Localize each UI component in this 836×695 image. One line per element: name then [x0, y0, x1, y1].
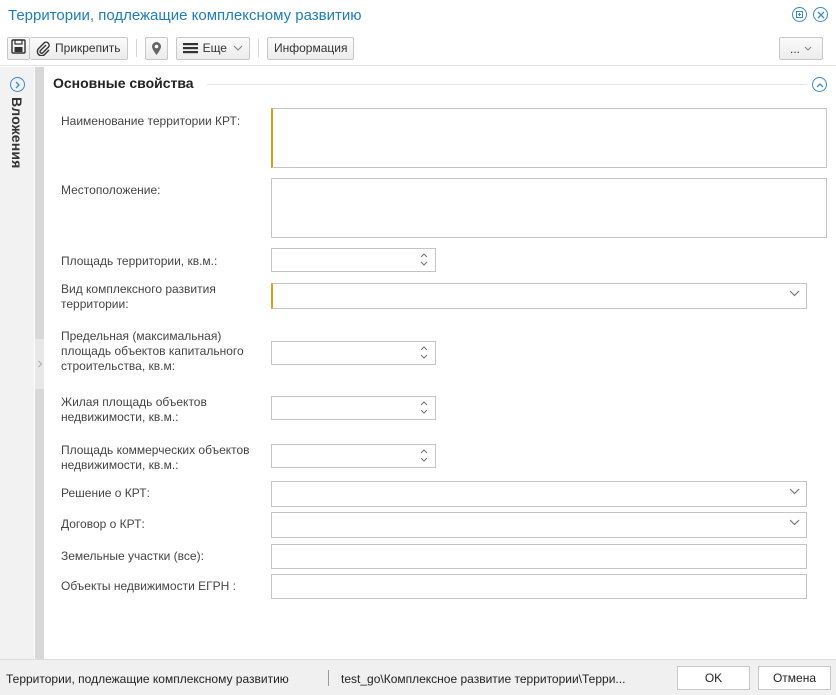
toolbar-separator — [135, 39, 137, 57]
dialog-window: Территории, подлежащие комплексному разв… — [0, 0, 836, 695]
close-icon[interactable] — [813, 7, 828, 22]
save-icon — [11, 39, 26, 57]
chevron-down-icon — [233, 43, 243, 54]
help-icon[interactable] — [792, 7, 807, 22]
form-content: Основные свойства Наименование территори… — [45, 67, 836, 659]
collapse-section-icon[interactable] — [812, 77, 827, 92]
dev-type-select[interactable] — [271, 283, 807, 309]
chevron-down-icon — [804, 46, 812, 51]
more-label: Еще — [202, 41, 227, 55]
location-button[interactable] — [144, 36, 168, 60]
egrn-objects-input[interactable] — [271, 574, 807, 599]
land-plots-label: Земельные участки (все): — [61, 549, 204, 563]
ok-button[interactable]: OK — [677, 666, 750, 690]
panel-splitter[interactable] — [35, 67, 44, 659]
living-area-label: Жилая площадь объектов недвижимости, кв.… — [61, 395, 207, 424]
more-button[interactable]: Еще — [175, 36, 250, 60]
stepper-icon[interactable] — [420, 252, 428, 269]
attach-label: Прикрепить — [55, 41, 121, 55]
menu-icon — [182, 42, 198, 54]
decision-select[interactable] — [271, 481, 807, 507]
save-button[interactable] — [7, 36, 30, 60]
area-input[interactable] — [271, 248, 436, 272]
chevron-down-icon — [789, 517, 800, 529]
decision-label: Решение о КРТ: — [61, 486, 150, 500]
status-layer-name: Территории, подлежащие комплексному разв… — [6, 672, 289, 686]
max-area-label: Предельная (максимальная) площадь объект… — [61, 329, 244, 373]
status-separator — [328, 670, 329, 686]
area-label: Площадь территории, кв.м.: — [61, 254, 218, 268]
attach-button[interactable]: Прикрепить — [30, 36, 128, 60]
max-area-input[interactable] — [271, 341, 436, 365]
commercial-area-label: Площадь коммерческих объектов недвижимос… — [61, 443, 250, 472]
land-plots-input[interactable] — [271, 544, 807, 569]
dev-type-label: Вид комплексного развития территории: — [61, 282, 216, 311]
stepper-icon[interactable] — [420, 345, 428, 362]
egrn-objects-label: Объекты недвижимости ЕГРН : — [61, 579, 236, 593]
location-label: Местоположение: — [61, 183, 161, 197]
name-label: Наименование территории КРТ: — [61, 114, 241, 128]
status-path: test_go\Комплексное развитие территории\… — [341, 672, 626, 686]
title-bar: Территории, подлежащие комплексному разв… — [0, 0, 836, 31]
info-button[interactable]: Информация — [266, 36, 355, 60]
section-divider — [207, 84, 807, 85]
toolbar-separator — [257, 39, 259, 57]
info-label: Информация — [273, 41, 348, 55]
toolbar: Прикрепить Еще Информация ... — [0, 31, 836, 66]
paperclip-icon — [36, 41, 51, 56]
attachments-side-panel: Вложения — [0, 67, 34, 659]
commercial-area-input[interactable] — [271, 444, 436, 468]
contract-select[interactable] — [271, 512, 807, 538]
splitter-handle[interactable] — [35, 339, 44, 389]
contract-label: Договор о КРТ: — [61, 517, 145, 531]
chevron-down-icon — [789, 288, 800, 300]
overflow-label: ... — [789, 41, 800, 56]
living-area-input[interactable] — [271, 396, 436, 420]
chevron-down-icon — [789, 486, 800, 498]
attachments-tab[interactable]: Вложения — [9, 97, 25, 169]
stepper-icon[interactable] — [420, 448, 428, 465]
window-title: Территории, подлежащие комплексному разв… — [8, 7, 362, 24]
status-bar: Территории, подлежащие комплексному разв… — [0, 659, 836, 695]
section-title: Основные свойства — [53, 75, 194, 91]
name-textarea[interactable] — [271, 108, 827, 168]
cancel-button[interactable]: Отмена — [758, 666, 831, 690]
overflow-menu-button[interactable]: ... — [779, 37, 823, 60]
expand-panel-icon[interactable] — [10, 77, 25, 92]
stepper-icon[interactable] — [420, 400, 428, 417]
location-textarea[interactable] — [271, 178, 827, 238]
map-pin-icon — [151, 41, 162, 56]
